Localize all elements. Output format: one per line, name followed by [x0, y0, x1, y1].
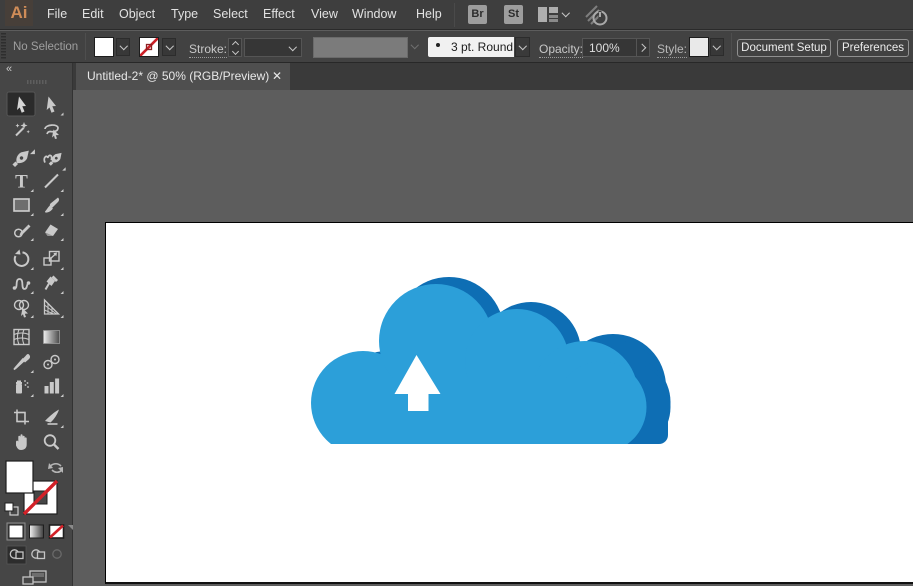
svg-text:T: T — [15, 172, 28, 193]
